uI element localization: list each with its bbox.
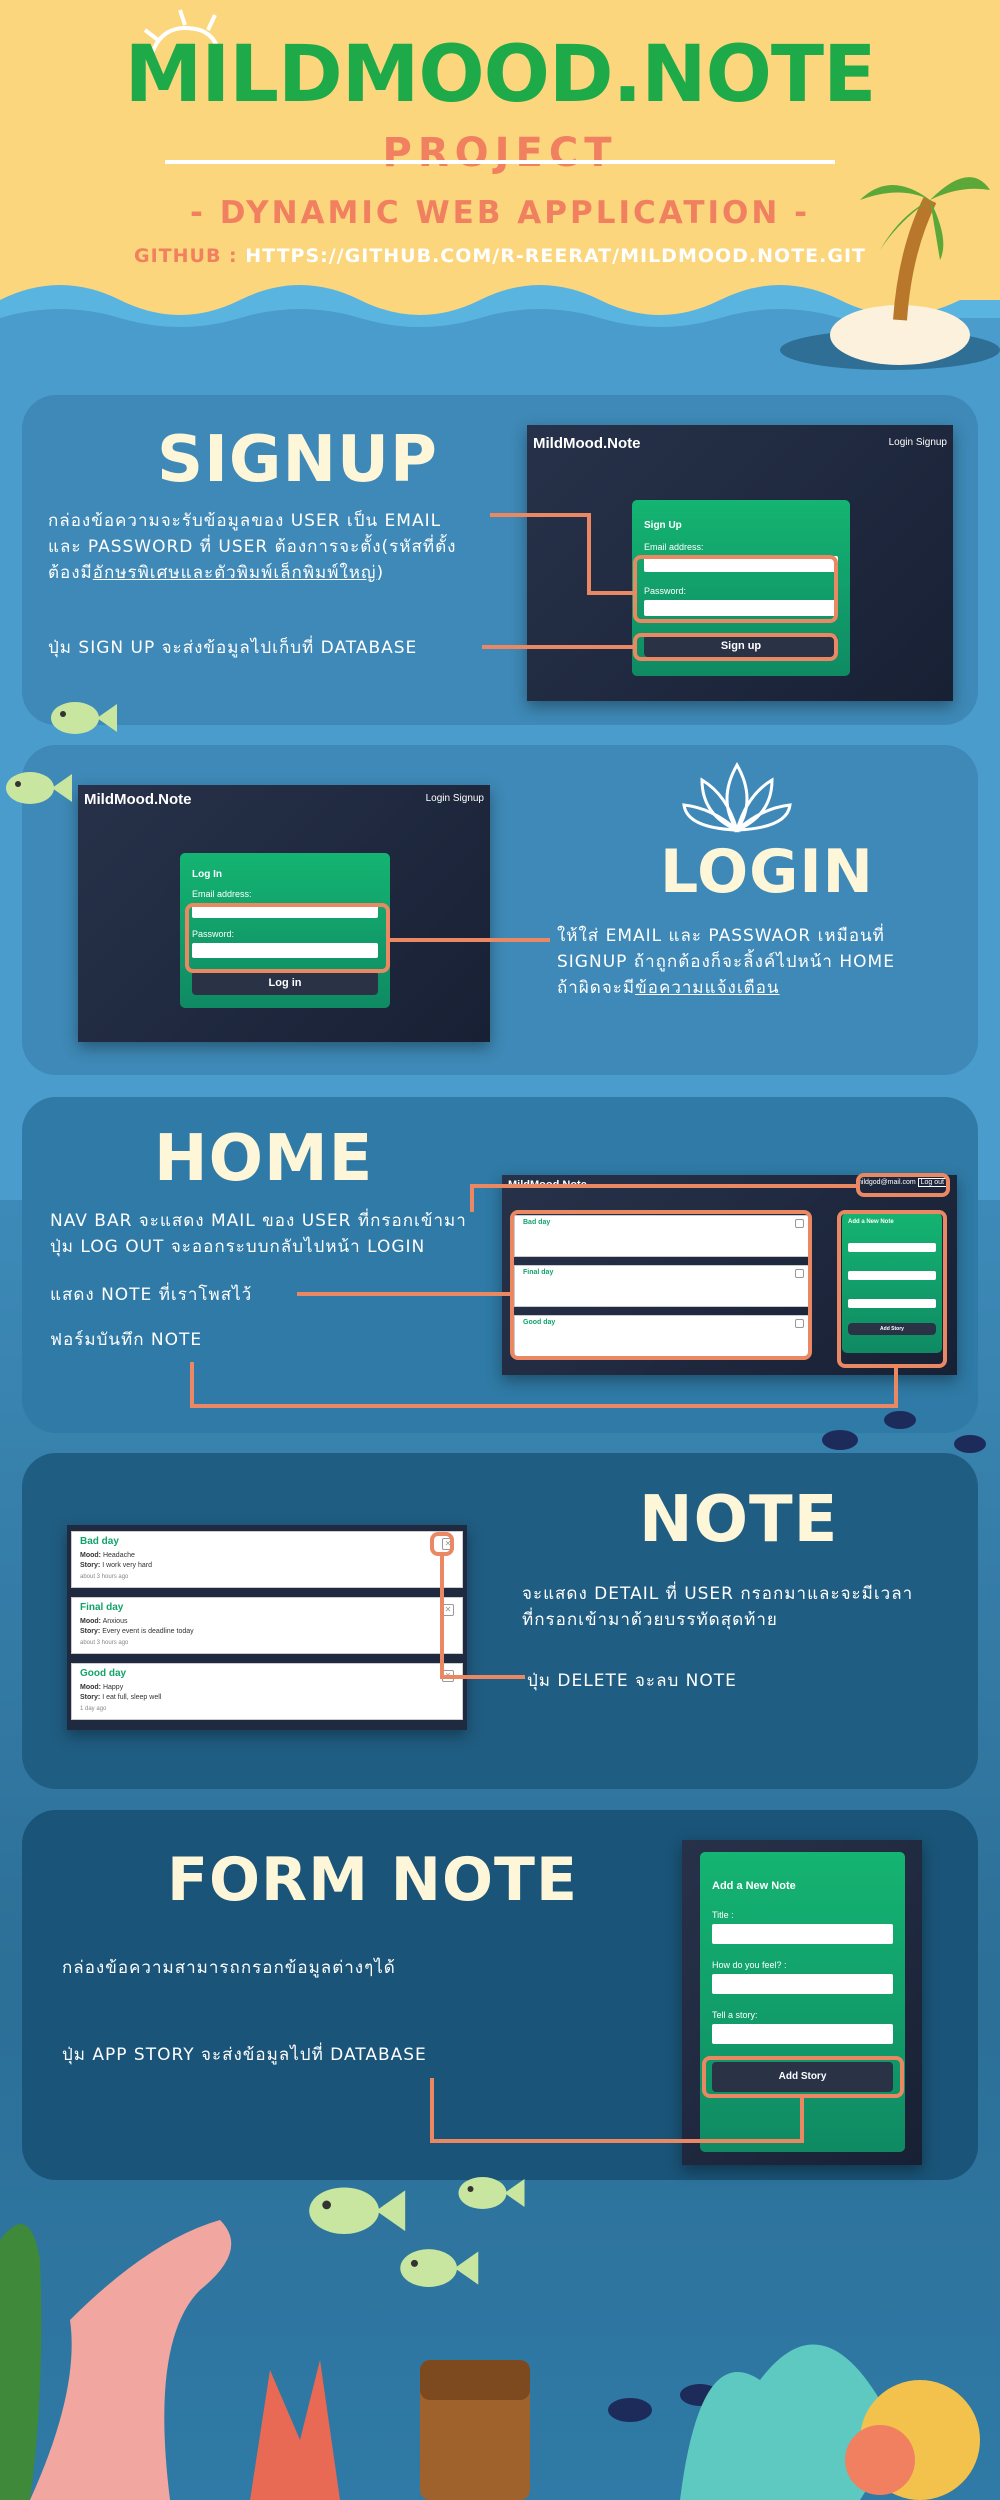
connector	[482, 645, 634, 649]
nav-login-link[interactable]: Login	[426, 793, 450, 804]
login-inputs-highlight	[185, 903, 390, 973]
connector	[430, 2078, 434, 2142]
signup-button-highlight	[633, 633, 838, 661]
form-inputs-description: กล่องข้อความสามารถกรอกข้อมูลต่างๆได้	[62, 1958, 396, 1978]
nav-links: Login Signup	[889, 437, 947, 448]
note-card: Final day Mood: Anxious Story: Every eve…	[71, 1597, 463, 1654]
story-field[interactable]	[712, 2024, 893, 2044]
connector	[297, 1292, 512, 1296]
connector	[800, 2095, 804, 2143]
lotus-icon	[682, 761, 792, 833]
title-field[interactable]	[712, 1924, 893, 1944]
connector	[190, 1404, 898, 1408]
home-panel: HOME NAV BAR จะแสดง MAIL ของ USER ที่กรอ…	[22, 1097, 978, 1433]
form-highlight	[837, 1210, 947, 1368]
connector	[490, 513, 590, 517]
login-desc-line3: ถ้าผิดจะมีข้อความแจ้งเตือน	[557, 978, 780, 998]
signup-card-title: Sign Up	[644, 520, 682, 531]
dark-fish-school	[822, 1411, 986, 1453]
form-card-title: Add a New Note	[712, 1880, 796, 1892]
subtitle: PROJECT	[382, 130, 618, 176]
email-label: Email address:	[644, 542, 704, 552]
connector	[440, 1675, 525, 1679]
login-description: ให้ใส่ EMAIL และ PASSWAOR เหมือนที่ SIGN…	[557, 923, 895, 1001]
connector	[470, 1184, 474, 1212]
app-brand: MildMood.Note	[84, 791, 192, 808]
github-label: GITHUB :	[134, 245, 238, 267]
form-note-title: FORM NOTE	[167, 1845, 578, 1915]
home-desc-line1: NAV BAR จะแสดง MAIL ของ USER ที่กรอกเข้า…	[50, 1211, 467, 1231]
login-card-title: Log In	[192, 869, 222, 880]
form-button-description: ปุ่ม APP STORY จะส่งข้อมูลไปที่ DATABASE	[62, 2045, 427, 2065]
signup-desc-line3: ต้องมีอักษรพิเศษและตัวพิมพ์เล็กพิมพ์ใหญ่…	[48, 563, 385, 583]
app-brand: MildMood.Note	[533, 435, 641, 452]
signup-inputs-highlight	[633, 555, 838, 623]
signup-description: กล่องข้อความจะรับข้อมูลของ USER เป็น EMA…	[48, 508, 456, 586]
login-title: LOGIN	[660, 837, 874, 907]
email-label: Email address:	[192, 889, 252, 899]
note-desc-line2: ที่กรอกเข้ามาด้วยบรรทัดสุดท้าย	[522, 1610, 778, 1630]
main-title: MILDMOOD.NOTE	[124, 30, 877, 120]
github-link-line: GITHUB : HTTPS://GITHUB.COM/R-REERAT/MIL…	[0, 245, 1000, 267]
login-desc-line1: ให้ใส่ EMAIL และ PASSWAOR เหมือนที่	[557, 926, 885, 946]
fish-illustration	[6, 772, 72, 804]
connector	[587, 591, 637, 595]
feel-label: How do you feel? :	[712, 1960, 787, 1970]
home-form-description: ฟอร์มบันทึก NOTE	[50, 1330, 203, 1350]
nav-links: Login Signup	[426, 793, 484, 804]
nav-login-link[interactable]: Login	[889, 437, 913, 448]
seabed-illustration	[0, 2220, 980, 2500]
nav-signup-link[interactable]: Signup	[916, 437, 947, 448]
login-button[interactable]: Log in	[192, 971, 378, 995]
tagline: - DYNAMIC WEB APPLICATION -	[190, 195, 810, 231]
title-underline	[165, 160, 835, 164]
home-title: HOME	[154, 1122, 374, 1196]
fish-illustration	[51, 702, 117, 734]
signup-desc-line1: กล่องข้อความจะรับข้อมูลของ USER เป็น EMA…	[48, 511, 442, 531]
note-card: Good day Mood: Happy Story: I eat full, …	[71, 1663, 463, 1720]
connector	[440, 1553, 444, 1679]
note-desc-line1: จะแสดง DETAIL ที่ USER กรอกมาและจะมีเวลา	[522, 1584, 914, 1604]
signup-title: SIGNUP	[157, 423, 438, 497]
navbar-highlight	[856, 1173, 950, 1197]
home-notes-description: แสดง NOTE ที่เราโพสไว้	[50, 1285, 253, 1305]
notes-highlight	[510, 1210, 812, 1360]
note-panel: NOTE จะแสดง DETAIL ที่ USER กรอกมาและจะม…	[22, 1453, 978, 1789]
connector	[190, 1362, 194, 1408]
note-title: NOTE	[639, 1483, 839, 1557]
login-panel: LOGIN ให้ใส่ EMAIL และ PASSWAOR เหมือนที…	[22, 745, 978, 1075]
signup-panel: SIGNUP กล่องข้อความจะรับข้อมูลของ USER เ…	[22, 395, 978, 725]
form-note-panel: FORM NOTE กล่องข้อความสามารถกรอกข้อมูลต่…	[22, 1810, 978, 2180]
login-desc-line2: SIGNUP ถ้าถูกต้องก็จะลิ้งค์ไปหน้า HOME	[557, 952, 895, 972]
notes-screenshot: Bad day Mood: Headache Story: I work ver…	[67, 1525, 467, 1730]
feel-field[interactable]	[712, 1974, 893, 1994]
nav-signup-link[interactable]: Signup	[453, 793, 484, 804]
connector	[587, 513, 591, 595]
note-description: จะแสดง DETAIL ที่ USER กรอกมาและจะมีเวลา…	[522, 1581, 913, 1633]
signup-button-description: ปุ่ม SIGN UP จะส่งข้อมูลไปเก็บที่ DATABA…	[48, 638, 418, 658]
title-label: Title :	[712, 1910, 734, 1920]
home-navbar-description: NAV BAR จะแสดง MAIL ของ USER ที่กรอกเข้า…	[50, 1208, 467, 1260]
signup-desc-line2: และ PASSWORD ที่ USER ต้องการจะตั้ง(รหัส…	[48, 537, 457, 557]
home-desc-line2: ปุ่ม LOG OUT จะออกระบบกลับไปหน้า LOGIN	[50, 1237, 426, 1257]
connector	[470, 1184, 858, 1188]
connector	[388, 938, 550, 942]
story-label: Tell a story:	[712, 2010, 758, 2020]
github-url[interactable]: HTTPS://GITHUB.COM/R-REERAT/MILDMOOD.NOT…	[245, 245, 866, 267]
delete-description: ปุ่ม DELETE จะลบ NOTE	[527, 1671, 737, 1691]
add-story-highlight	[702, 2056, 904, 2098]
note-card: Bad day Mood: Headache Story: I work ver…	[71, 1531, 463, 1588]
